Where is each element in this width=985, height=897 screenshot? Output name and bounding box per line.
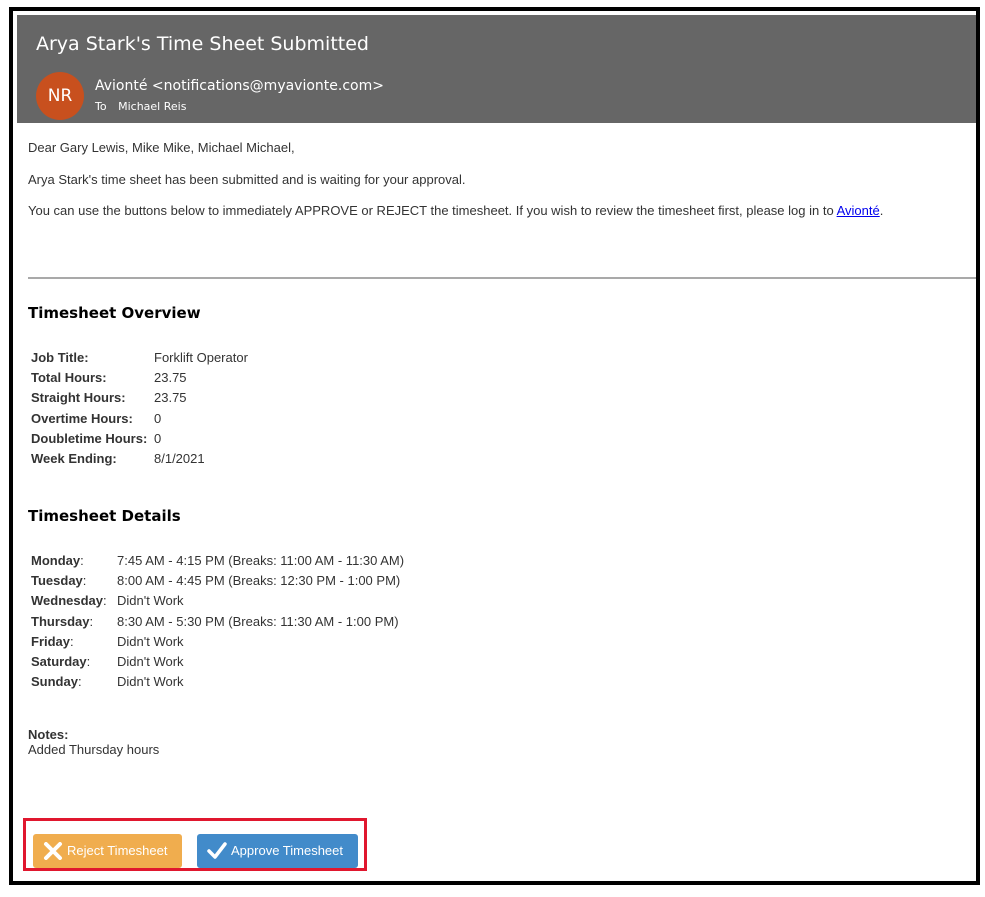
overview-row: Straight Hours: 23.75 <box>31 388 248 408</box>
overview-row-label: Doubletime Hours: <box>31 430 148 446</box>
overview-table: Job Title: Forklift Operator Total Hours: 2… <box>31 347 248 469</box>
sender-avatar: NR <box>36 72 84 120</box>
overview-row-value: 0 <box>154 410 162 426</box>
day-colon: : <box>103 593 107 609</box>
day-name-cell: Tuesday: <box>31 570 117 590</box>
action-buttons-highlight: Reject Timesheet Approve Timesheet <box>23 818 367 871</box>
day-hours: 7:45 AM - 4:15 PM (Breaks: 11:00 AM - 11… <box>117 552 405 568</box>
approve-label: Approve Timesheet <box>231 843 344 858</box>
overview-row-value: Forklift Operator <box>154 349 248 365</box>
day-name-cell: Sunday: <box>31 672 117 692</box>
day-hours: 8:30 AM - 5:30 PM (Breaks: 11:30 AM - 1:… <box>117 613 399 629</box>
approve-timesheet-button[interactable]: Approve Timesheet <box>197 834 358 868</box>
overview-row: Total Hours: 23.75 <box>31 367 248 387</box>
notes-text: Added Thursday hours <box>28 742 160 757</box>
x-icon <box>44 842 62 860</box>
day-name: Wednesday <box>31 593 104 609</box>
instructions-body: You can use the buttons below to immedia… <box>28 203 837 218</box>
overview-row-label: Straight Hours: <box>31 390 126 406</box>
instructions-text: You can use the buttons below to immedia… <box>28 203 883 218</box>
details-title: Timesheet Details <box>28 507 181 525</box>
greeting: Dear Gary Lewis, Mike Mike, Michael Mich… <box>28 140 295 155</box>
details-row: Friday: Didn't Work <box>31 631 404 651</box>
overview-row-label: Week Ending: <box>31 451 117 467</box>
divider <box>28 277 976 279</box>
email-body: Dear Gary Lewis, Mike Mike, Michael Mich… <box>28 123 976 881</box>
day-name: Friday <box>31 633 71 649</box>
day-name-cell: Wednesday: <box>31 591 117 611</box>
day-name-cell: Saturday: <box>31 651 117 671</box>
reject-timesheet-button[interactable]: Reject Timesheet <box>33 834 182 868</box>
overview-row: Job Title: Forklift Operator <box>31 347 248 367</box>
day-colon: : <box>70 633 74 649</box>
day-hours: 8:00 AM - 4:45 PM (Breaks: 12:30 PM - 1:… <box>117 572 401 588</box>
day-colon: : <box>80 552 84 568</box>
details-row: Monday: 7:45 AM - 4:15 PM (Breaks: 11:00 … <box>31 550 404 570</box>
overview-row: Week Ending: 8/1/2021 <box>31 448 248 468</box>
details-row: Sunday: Didn't Work <box>31 672 404 692</box>
overview-row-value: 0 <box>154 430 162 446</box>
overview-row-label: Job Title: <box>31 349 89 365</box>
day-colon: : <box>89 613 94 629</box>
day-colon: : <box>86 654 91 670</box>
day-name-cell: Friday: <box>31 631 117 651</box>
day-name: Sunday <box>31 674 78 690</box>
day-name-cell: Monday: <box>31 550 117 570</box>
overview-row-label: Overtime Hours: <box>31 410 133 426</box>
sender-address: Avionté <notifications@myavionte.com> <box>95 78 384 94</box>
overview-row-value: 23.75 <box>154 369 187 385</box>
details-row: Saturday: Didn't Work <box>31 651 404 671</box>
day-hours: Didn't Work <box>117 633 184 649</box>
day-hours: Didn't Work <box>117 654 184 670</box>
day-hours: Didn't Work <box>117 593 184 609</box>
checkmark-icon <box>207 842 227 859</box>
overview-row-value: 8/1/2021 <box>154 451 205 467</box>
avionte-login-link[interactable]: Avionté <box>837 203 880 218</box>
email-window: Arya Stark's Time Sheet Submitted NR Avi… <box>9 7 980 885</box>
details-row: Wednesday: Didn't Work <box>31 591 404 611</box>
overview-row: Overtime Hours: 0 <box>31 408 248 428</box>
day-name: Monday <box>31 552 81 568</box>
email-subject: Arya Stark's Time Sheet Submitted <box>36 33 369 55</box>
overview-title: Timesheet Overview <box>28 304 201 322</box>
day-colon: : <box>77 674 82 690</box>
details-row: Tuesday: 8:00 AM - 4:45 PM (Breaks: 12:30… <box>31 570 404 590</box>
day-hours: Didn't Work <box>117 674 184 690</box>
details-table: Monday: 7:45 AM - 4:15 PM (Breaks: 11:00 … <box>31 550 404 692</box>
day-name: Tuesday <box>31 572 83 588</box>
instructions-end: . <box>879 203 884 218</box>
day-name-cell: Thursday: <box>31 611 117 631</box>
details-row: Thursday: 8:30 AM - 5:30 PM (Breaks: 11:3… <box>31 611 404 631</box>
recipient-line: To Michael Reis <box>95 100 186 113</box>
status-text: Arya Stark's time sheet has been submitt… <box>28 172 466 187</box>
email-header: Arya Stark's Time Sheet Submitted NR Avi… <box>17 15 976 123</box>
notes-label: Notes: <box>28 727 69 742</box>
overview-row-value: 23.75 <box>154 390 187 406</box>
overview-row: Doubletime Hours: 0 <box>31 428 248 448</box>
overview-row-label: Total Hours: <box>31 369 107 385</box>
recipient-name: Michael Reis <box>118 100 187 113</box>
reject-label: Reject Timesheet <box>67 843 168 858</box>
day-name: Saturday <box>31 654 87 670</box>
day-name: Thursday <box>31 613 90 629</box>
day-colon: : <box>82 572 87 588</box>
to-label: To <box>95 100 107 113</box>
